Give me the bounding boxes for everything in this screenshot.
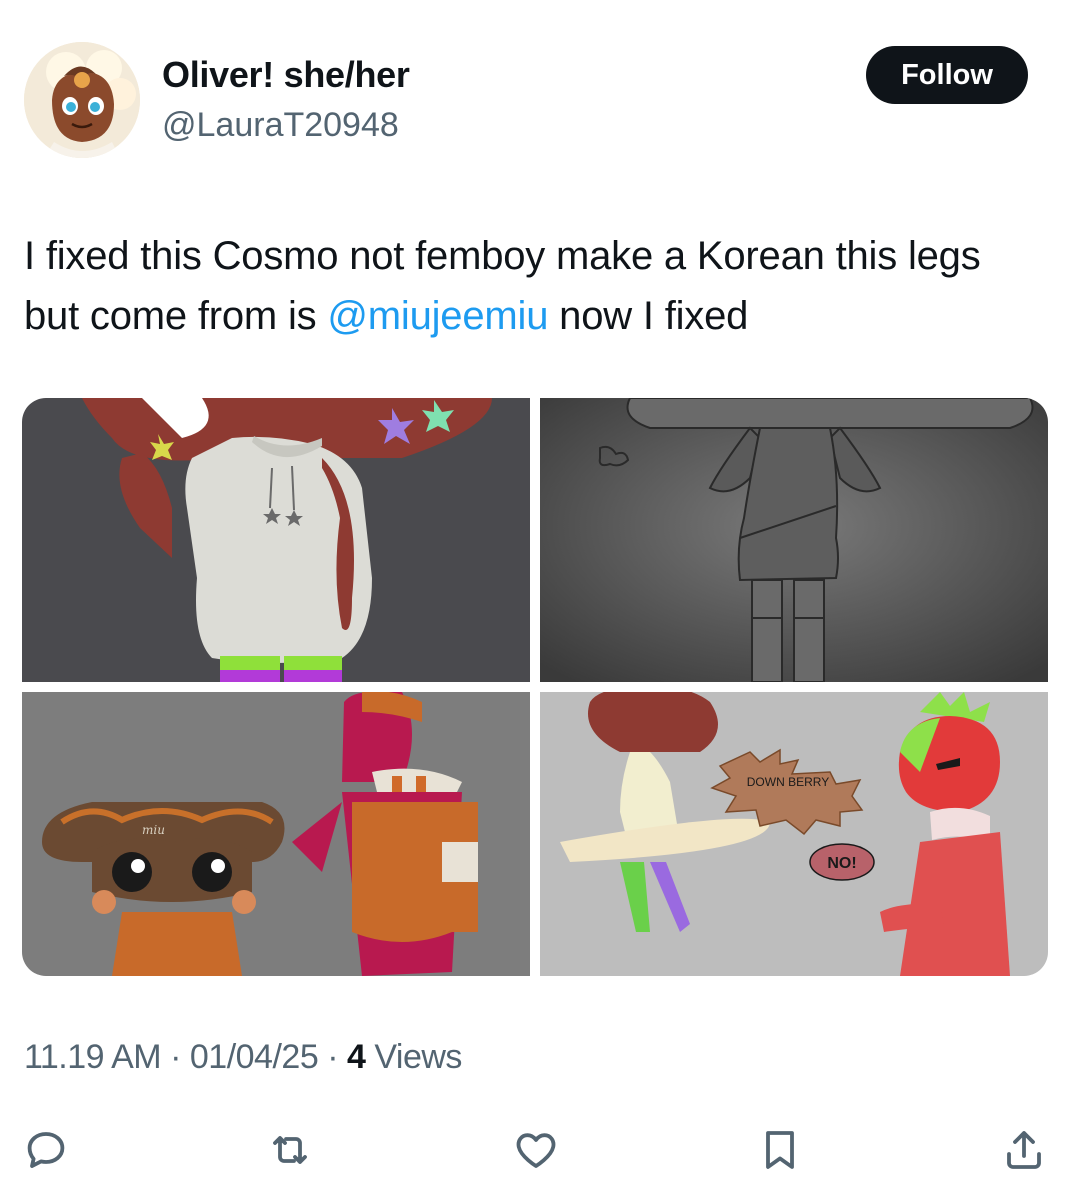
meta-separator-1: · — [170, 1038, 181, 1076]
media-image-2[interactable] — [540, 398, 1048, 682]
repost-icon — [273, 1136, 307, 1164]
tweet-text-after: now I fixed — [548, 294, 749, 338]
artist-signature: miu — [142, 823, 165, 837]
heart-icon — [516, 1133, 556, 1168]
avatar-cookie-icon — [24, 42, 140, 158]
comic-speech-1: DOWN BERRY — [747, 775, 829, 789]
views-label: Views — [374, 1038, 462, 1076]
tweet-time[interactable]: 11.19 AM — [24, 1038, 162, 1076]
follow-button[interactable]: Follow — [866, 46, 1028, 104]
mention-link[interactable]: @miujeemiu — [327, 294, 548, 338]
repost-button[interactable] — [262, 1122, 318, 1178]
share-icon — [1007, 1131, 1041, 1169]
tweet-text: I fixed this Cosmo not femboy make a Kor… — [24, 226, 1034, 346]
bookmark-button[interactable] — [752, 1122, 808, 1178]
artwork-hoodie-character-image — [22, 398, 530, 682]
reply-button[interactable] — [18, 1122, 74, 1178]
tweet-meta: 11.19 AM · 01/04/25 · 4 Views — [24, 1038, 462, 1077]
media-image-4[interactable]: DOWN BERRY NO! — [540, 692, 1048, 976]
like-button[interactable] — [508, 1122, 564, 1178]
display-name[interactable]: Oliver! she/her — [162, 54, 410, 96]
media-image-1[interactable] — [22, 398, 530, 682]
meta-separator-2: · — [327, 1038, 339, 1076]
reply-icon — [27, 1132, 65, 1168]
share-button[interactable] — [996, 1122, 1052, 1178]
handle[interactable]: @LauraT20948 — [162, 106, 399, 145]
comic-speech-2: NO! — [827, 855, 856, 872]
media-grid: miu DOWN BERRY NO! — [22, 398, 1048, 976]
media-image-3[interactable]: miu — [22, 692, 530, 976]
artwork-two-characters-image: miu — [22, 692, 530, 976]
views-count: 4 — [346, 1038, 366, 1076]
avatar[interactable] — [24, 42, 140, 158]
bookmark-icon — [766, 1131, 794, 1169]
artwork-sketch-character-image — [540, 398, 1048, 682]
artwork-comic-panel-image: DOWN BERRY NO! — [540, 692, 1048, 976]
action-bar — [0, 1112, 1070, 1182]
tweet-date[interactable]: 01/04/25 — [190, 1038, 319, 1076]
